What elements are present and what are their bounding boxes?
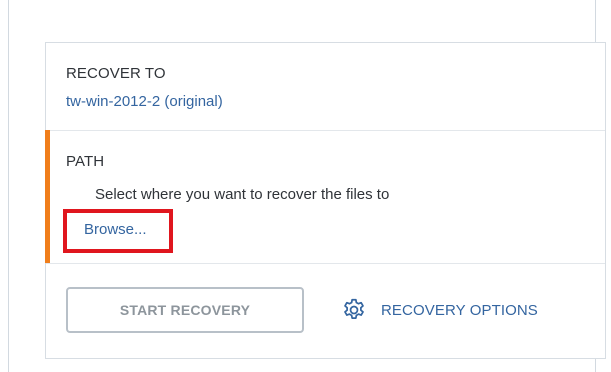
recovery-options-button[interactable]: RECOVERY OPTIONS bbox=[341, 293, 538, 327]
browse-link[interactable]: Browse... bbox=[84, 221, 147, 238]
gear-icon bbox=[344, 298, 364, 319]
recovery-panel: RECOVER TO tw-win-2012-2 (original) PATH… bbox=[45, 42, 606, 359]
path-hint-text: Select where you want to recover the fil… bbox=[95, 186, 390, 203]
start-recovery-button[interactable]: START RECOVERY bbox=[66, 287, 304, 333]
actions-section: START RECOVERY RECOVERY OPTIONS bbox=[46, 263, 605, 358]
recover-to-label: RECOVER TO bbox=[66, 65, 166, 82]
path-accent-bar bbox=[45, 130, 50, 263]
recovery-options-label: RECOVERY OPTIONS bbox=[381, 301, 538, 319]
recover-to-target-link[interactable]: tw-win-2012-2 (original) bbox=[66, 93, 223, 110]
recover-to-section: RECOVER TO tw-win-2012-2 (original) bbox=[46, 43, 605, 131]
dialog-frame: RECOVER TO tw-win-2012-2 (original) PATH… bbox=[8, 0, 606, 372]
path-label: PATH bbox=[66, 153, 105, 170]
